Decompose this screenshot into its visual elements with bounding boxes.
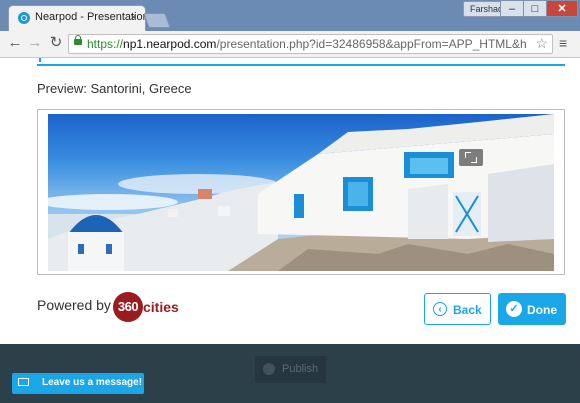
preview-label: Preview: Santorini, Greece [37,81,192,96]
url-scheme: https:// [87,37,124,51]
preview-frame [37,109,565,275]
nearpod-favicon-icon [18,12,30,24]
done-button[interactable]: ✓ Done [498,293,566,325]
address-bar[interactable]: https://np1.nearpod.com/presentation.php… [68,34,553,54]
page-content: Preview: Santorini, Greece Powered by 36… [0,58,580,403]
panorama-viewer[interactable] [48,114,554,271]
logo-number: 360 [113,292,143,322]
back-button-label: Back [453,303,482,317]
maximize-button[interactable]: □ [523,0,547,17]
done-button-label: Done [527,303,557,317]
title-input-field[interactable] [37,58,565,66]
leave-message-label: Leave us a message! [42,377,143,388]
reload-icon[interactable]: ↻ [47,34,65,52]
browser-toolbar: ← → ↻ https://np1.nearpod.com/presentati… [0,31,580,58]
leave-message-button[interactable]: Leave us a message! [12,373,144,394]
new-tab-button[interactable] [143,13,171,28]
url-host: np1.nearpod.com [123,37,217,51]
powered-by-text: Powered by [37,297,111,313]
minimize-button[interactable]: – [500,0,524,17]
forward-arrow-icon[interactable]: → [26,34,44,52]
publish-icon [263,363,275,375]
chevron-left-icon: ‹ [433,302,447,316]
field-edge-icon [39,58,51,62]
checkmark-icon: ✓ [506,301,522,317]
back-button[interactable]: ‹ Back [424,293,491,325]
url-path: /presentation.php?id=32486958&appFrom=AP… [216,37,527,51]
lock-icon [74,35,82,45]
back-arrow-icon[interactable]: ← [6,34,24,52]
browser-tab[interactable]: Nearpod - Presentation × [8,5,149,31]
logo-word: cities [143,299,179,315]
publish-label: Publish [282,363,319,375]
envelope-icon [18,378,29,386]
url-text[interactable]: https://np1.nearpod.com/presentation.php… [87,37,527,51]
tab-close-icon[interactable]: × [130,10,137,24]
panorama-image [48,114,554,271]
browser-titlebar: Nearpod - Presentation × Farshad – □ ✕ [0,0,580,31]
publish-button[interactable]: Publish [255,356,326,383]
close-window-button[interactable]: ✕ [546,0,578,17]
browser-menu-icon[interactable]: ≡ [559,36,573,50]
fullscreen-icon[interactable] [459,149,483,166]
bookmark-star-icon[interactable]: ☆ [535,35,548,52]
